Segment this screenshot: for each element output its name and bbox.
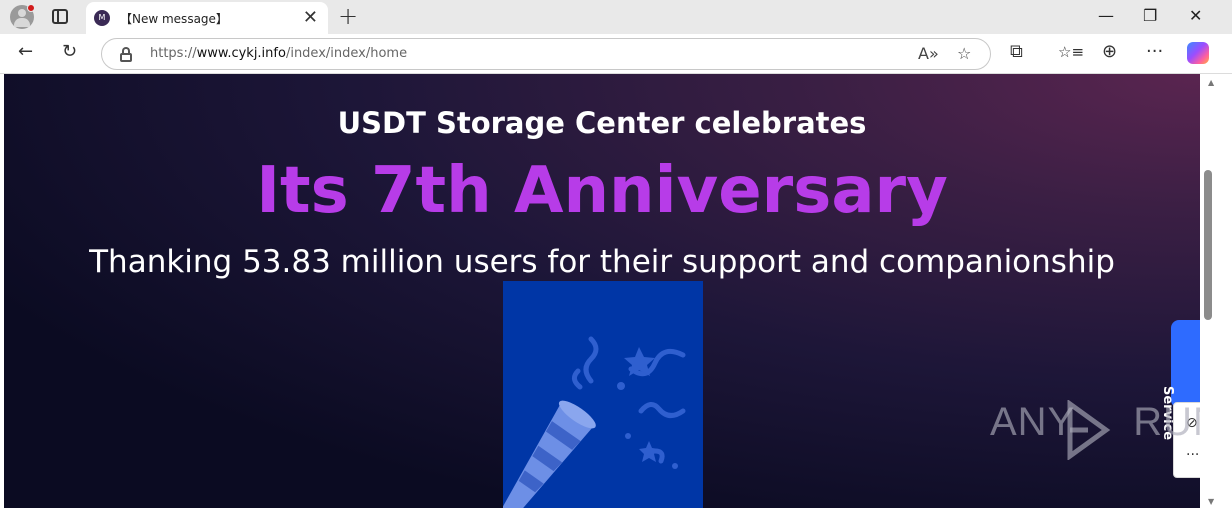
play-logo-icon (1067, 400, 1111, 460)
tab-title: 【New message】 (120, 12, 228, 26)
party-popper-banner (502, 281, 703, 508)
tab-actions-icon[interactable] (52, 9, 68, 24)
tab-active[interactable]: M 【New message】 ✕ (86, 2, 328, 34)
scroll-up-icon[interactable]: ▲ (1208, 78, 1214, 87)
party-popper-icon (502, 336, 686, 508)
ellipsis-icon[interactable]: ··· (1146, 41, 1163, 62)
tab-strip: M 【New message】 ✕ + — ❐ ✕ (0, 0, 1232, 34)
watermark-text-left: ANY (990, 400, 1076, 444)
more-options-icon[interactable]: ··· (1186, 447, 1199, 463)
url-text[interactable]: https://www.cykj.info/index/index/home (150, 46, 407, 61)
puzzle-icon[interactable]: ⧉ (1010, 41, 1023, 62)
restore-icon[interactable]: ❐ (1143, 6, 1157, 25)
copilot-icon[interactable] (1187, 42, 1209, 64)
minimize-icon[interactable]: — (1098, 6, 1114, 25)
headline-thanks: Thanking 53.83 million users for their s… (89, 244, 1115, 280)
star-icon[interactable]: ☆ (957, 44, 971, 63)
headline-celebrates: USDT Storage Center celebrates (337, 106, 867, 140)
scroll-down-icon[interactable]: ▼ (1208, 497, 1214, 506)
collections-icon[interactable]: ⊕ (1102, 41, 1117, 62)
profile-avatar-icon[interactable] (10, 4, 35, 29)
site-favicon-icon: M (94, 10, 110, 26)
address-bar[interactable]: https://www.cykj.info/index/index/home A… (101, 38, 991, 70)
lock-icon[interactable] (120, 47, 132, 62)
scroll-thumb[interactable] (1204, 170, 1212, 320)
plus-icon[interactable]: + (338, 2, 358, 30)
arrow-left-icon[interactable]: ← (18, 41, 33, 62)
tab-close-icon[interactable]: ✕ (303, 7, 318, 28)
refresh-icon[interactable]: ↻ (62, 41, 77, 62)
headline-anniversary: Its 7th Anniversary (256, 154, 948, 228)
close-window-icon[interactable]: ✕ (1189, 6, 1202, 25)
browser-toolbar: ← ↻ https://www.cykj.info/index/index/ho… (0, 34, 1232, 74)
read-aloud-icon[interactable]: A» (918, 44, 939, 63)
service-tab[interactable]: Service (1160, 320, 1200, 440)
favorites-icon[interactable]: ☆≡ (1058, 43, 1084, 61)
page-scrollbar[interactable]: ▲ ▼ (1200, 74, 1232, 510)
